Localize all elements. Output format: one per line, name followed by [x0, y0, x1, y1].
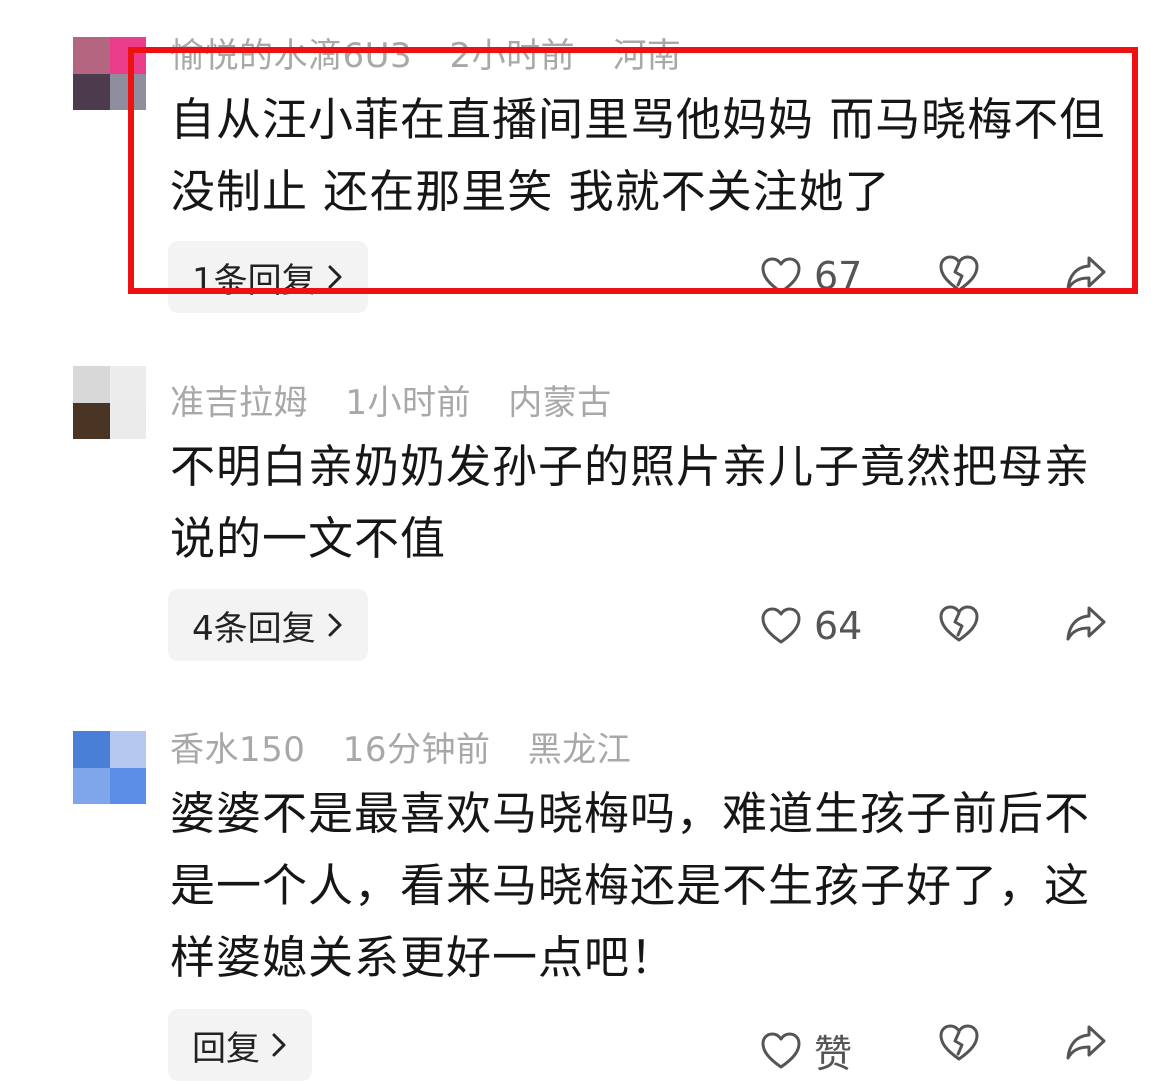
like-button[interactable]: 67 — [760, 254, 862, 298]
timestamp: 2小时前 — [449, 36, 576, 76]
reply-label: 1条回复 — [192, 260, 316, 301]
view-replies-button[interactable]: 1条回复 — [168, 241, 368, 313]
broken-heart-icon — [939, 605, 979, 642]
comment-text: 自从汪小菲在直播间里骂他妈妈 而马晓梅不但没制止 还在那里笑 我就不关注她了 — [170, 93, 1106, 218]
like-button[interactable]: 赞 — [760, 1023, 852, 1078]
avatar-tile — [109, 731, 146, 768]
heart-outline-icon — [761, 607, 801, 644]
view-replies-button[interactable]: 4条回复 — [168, 589, 368, 661]
timestamp: 16分钟前 — [342, 730, 491, 770]
chevron-right-icon — [328, 265, 342, 289]
avatar-tile — [109, 366, 146, 403]
avatar-tile — [73, 731, 110, 768]
chevron-right-icon — [328, 613, 342, 637]
heart-outline-icon — [761, 257, 801, 294]
reply-label: 回复 — [192, 1028, 260, 1069]
avatar-tile — [109, 402, 146, 439]
reply-label: 4条回复 — [192, 608, 316, 649]
heart-outline-icon — [761, 1032, 801, 1068]
like-count: 64 — [814, 604, 863, 648]
avatar-tile — [73, 73, 110, 110]
avatar-tile — [109, 37, 146, 74]
comment-meta: 香水150 16分钟前 黑龙江 — [170, 722, 657, 771]
comment-text: 不明白亲奶奶发孙子的照片亲儿子竟然把母亲说的一文不值 — [170, 440, 1091, 565]
share-arrow-icon — [1066, 606, 1106, 641]
broken-heart-icon — [939, 1024, 979, 1061]
share-button[interactable] — [1064, 254, 1108, 294]
share-arrow-icon — [1066, 1025, 1106, 1060]
avatar[interactable] — [73, 731, 146, 804]
dislike-button[interactable] — [938, 254, 980, 294]
avatar-tile — [73, 366, 110, 403]
comment-meta: 愉悦的水滴6U3 2小时前 河南 — [170, 28, 707, 77]
location: 黑龙江 — [527, 730, 632, 770]
avatar-tile — [73, 37, 110, 74]
broken-heart-icon — [939, 255, 979, 292]
avatar-tile — [73, 767, 110, 804]
timestamp: 1小时前 — [345, 383, 471, 423]
reply-button[interactable]: 回复 — [168, 1009, 312, 1081]
location: 内蒙古 — [508, 383, 612, 423]
like-count: 67 — [814, 254, 863, 298]
dislike-button[interactable] — [938, 1023, 980, 1063]
chevron-right-icon — [272, 1033, 286, 1057]
comment-text: 婆婆不是最喜欢马晓梅吗，难道生孩子前后不是一个人，看来马晓梅还是不生孩子好了，这… — [170, 787, 1091, 984]
avatar-tile — [109, 767, 146, 804]
username[interactable]: 愉悦的水滴6U3 — [170, 36, 412, 76]
avatar[interactable] — [73, 366, 146, 439]
comment-meta: 准吉拉姆 1小时前 内蒙古 — [170, 375, 638, 424]
share-button[interactable] — [1064, 1023, 1108, 1063]
avatar[interactable] — [73, 37, 146, 110]
avatar-tile — [73, 402, 110, 439]
like-label: 赞 — [814, 1032, 853, 1076]
username[interactable]: 准吉拉姆 — [170, 383, 308, 423]
dislike-button[interactable] — [938, 604, 980, 644]
share-button[interactable] — [1064, 604, 1108, 644]
share-arrow-icon — [1066, 256, 1106, 291]
username[interactable]: 香水150 — [170, 730, 305, 770]
location: 河南 — [612, 36, 682, 76]
avatar-tile — [109, 73, 146, 110]
like-button[interactable]: 64 — [760, 604, 862, 648]
